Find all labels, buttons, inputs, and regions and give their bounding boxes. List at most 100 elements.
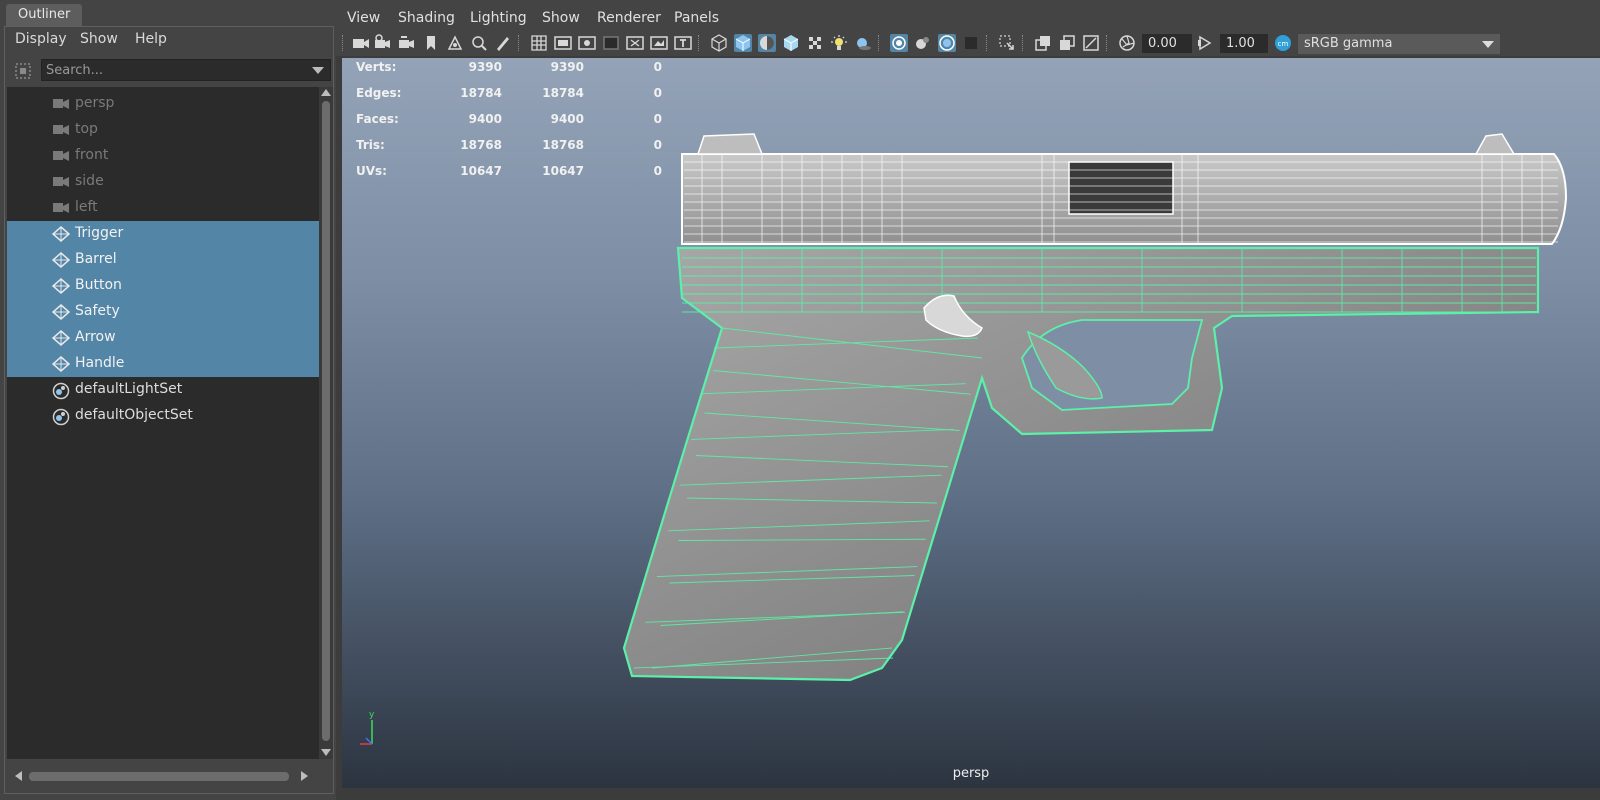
scroll-right-arrow-icon[interactable] [301,771,308,781]
vertical-scroll-thumb[interactable] [322,101,330,741]
resolution-gate-icon[interactable] [578,34,596,52]
hud-value: 10647 [460,164,502,178]
outliner-body: Display Show Help persp top front side left T… [4,26,334,794]
search-dropdown-icon[interactable] [312,67,324,74]
outliner-item-safety[interactable]: Safety [7,299,319,325]
isolate-select-icon[interactable] [998,34,1016,52]
2d-pan-zoom-icon[interactable] [470,34,488,52]
chevron-down-icon[interactable] [1482,41,1494,48]
hud-value: 18768 [460,138,502,152]
filter-icon[interactable] [13,61,33,81]
menu-panels[interactable]: Panels [674,10,719,26]
hud-label: Edges: [356,86,402,100]
outliner-item-button[interactable]: Button [7,273,319,299]
outliner-item-label: Handle [75,355,125,371]
outliner-item-side[interactable]: side [7,169,319,195]
xray-icon[interactable] [890,34,908,52]
smooth-shade-icon[interactable] [734,34,752,52]
hud-row-faces: Faces: 9400 9400 0 [342,110,672,136]
hud-row-verts: Verts: 9390 9390 0 [342,58,672,84]
hud-label: Verts: [356,60,397,74]
hud-label: Tris: [356,138,385,152]
image-plane-icon[interactable] [446,34,464,52]
grid-icon[interactable] [530,34,548,52]
wireframe-icon[interactable] [710,34,728,52]
search-box [41,59,331,81]
menu-show[interactable]: Show [80,31,118,47]
color-management-toggle-icon[interactable]: cm [1274,34,1292,52]
camera-attributes-icon[interactable] [374,34,392,52]
hud-icon[interactable] [1034,34,1052,52]
outliner-item-label: Button [75,277,122,293]
outliner-search-input[interactable] [46,60,306,80]
depth-of-field-icon[interactable] [1082,34,1100,52]
slide-mesh[interactable] [681,133,1568,245]
axis-gizmo: y [360,710,375,745]
safe-title-icon[interactable] [674,34,692,52]
scroll-down-arrow-icon[interactable] [321,749,331,756]
textured-icon[interactable] [806,34,824,52]
viewport-panel: View Shading Lighting Show Renderer Pane… [336,0,1600,800]
gate-mask-icon[interactable] [602,34,620,52]
menu-show[interactable]: Show [542,10,580,26]
outliner-item-barrel[interactable]: Barrel [7,247,319,273]
toolbar-separator [1106,35,1108,51]
horizontal-scrollbar[interactable] [11,767,311,785]
grease-pencil-icon[interactable] [494,34,512,52]
menu-view[interactable]: View [347,10,380,26]
shadows-icon[interactable] [854,34,872,52]
outliner-item-defaultlightset[interactable]: defaultLightSet [7,377,319,403]
hud-value: 9400 [550,112,584,126]
outliner-tab[interactable]: Outliner [6,4,83,26]
field-chart-icon[interactable] [626,34,644,52]
mesh-transform-icon [51,330,71,346]
outliner-item-defaultobjectset[interactable]: defaultObjectSet [7,403,319,429]
bookmark-icon[interactable] [422,34,440,52]
outliner-item-top[interactable]: top [7,117,319,143]
vertical-scrollbar[interactable] [319,87,333,759]
camera-name-label: persp [952,766,990,781]
outliner-item-left[interactable]: left [7,195,319,221]
select-camera-icon[interactable] [352,34,370,52]
film-gate-icon[interactable] [554,34,572,52]
outliner-item-trigger[interactable]: Trigger [7,221,319,247]
scroll-left-arrow-icon[interactable] [15,771,22,781]
outliner-item-persp[interactable]: persp [7,91,319,117]
use-all-lights-icon[interactable] [830,34,848,52]
mesh-transform-icon [51,356,71,372]
bookmark-camera-icon[interactable] [398,34,416,52]
safe-action-icon[interactable] [650,34,668,52]
outliner-item-handle[interactable]: Handle [7,351,319,377]
exposure-icon[interactable] [1118,34,1136,52]
toolbar-separator [342,35,344,51]
gamma-field[interactable]: 1.00 [1220,34,1268,53]
horizontal-scroll-thumb[interactable] [29,772,289,781]
outliner-item-front[interactable]: front [7,143,319,169]
menu-lighting[interactable]: Lighting [470,10,527,26]
backface-culling-icon[interactable] [962,34,980,52]
scroll-up-arrow-icon[interactable] [321,89,331,96]
viewport-menubar: View Shading Lighting Show Renderer Pane… [336,0,1600,34]
hud-value: 0 [653,164,662,178]
hud-value: 0 [653,60,662,74]
outliner-item-arrow[interactable]: Arrow [7,325,319,351]
hud-value: 0 [653,138,662,152]
xray-joints-icon[interactable] [938,34,956,52]
hud-label: UVs: [356,164,387,178]
viewport-scene[interactable]: Verts: 9390 9390 0 Edges: 18784 18784 0 Faces: 94… [342,58,1600,788]
default-material-icon[interactable] [782,34,800,52]
exposure-field[interactable]: 0.00 [1142,34,1192,53]
menu-display[interactable]: Display [15,31,67,47]
xray-active-components-icon[interactable] [914,34,932,52]
menu-renderer[interactable]: Renderer [597,10,661,26]
frame-mesh[interactable] [622,246,1540,682]
hud-row-edges: Edges: 18784 18784 0 [342,84,672,110]
gamma-icon[interactable] [1196,34,1214,52]
svg-text:cm: cm [1278,40,1289,48]
menu-shading[interactable]: Shading [398,10,455,26]
toolbar-separator [986,35,988,51]
view-transform-select[interactable]: sRGB gamma [1298,34,1500,54]
multisample-aa-icon[interactable] [1058,34,1076,52]
menu-help[interactable]: Help [135,31,167,47]
wireframe-on-shaded-icon[interactable] [758,34,776,52]
